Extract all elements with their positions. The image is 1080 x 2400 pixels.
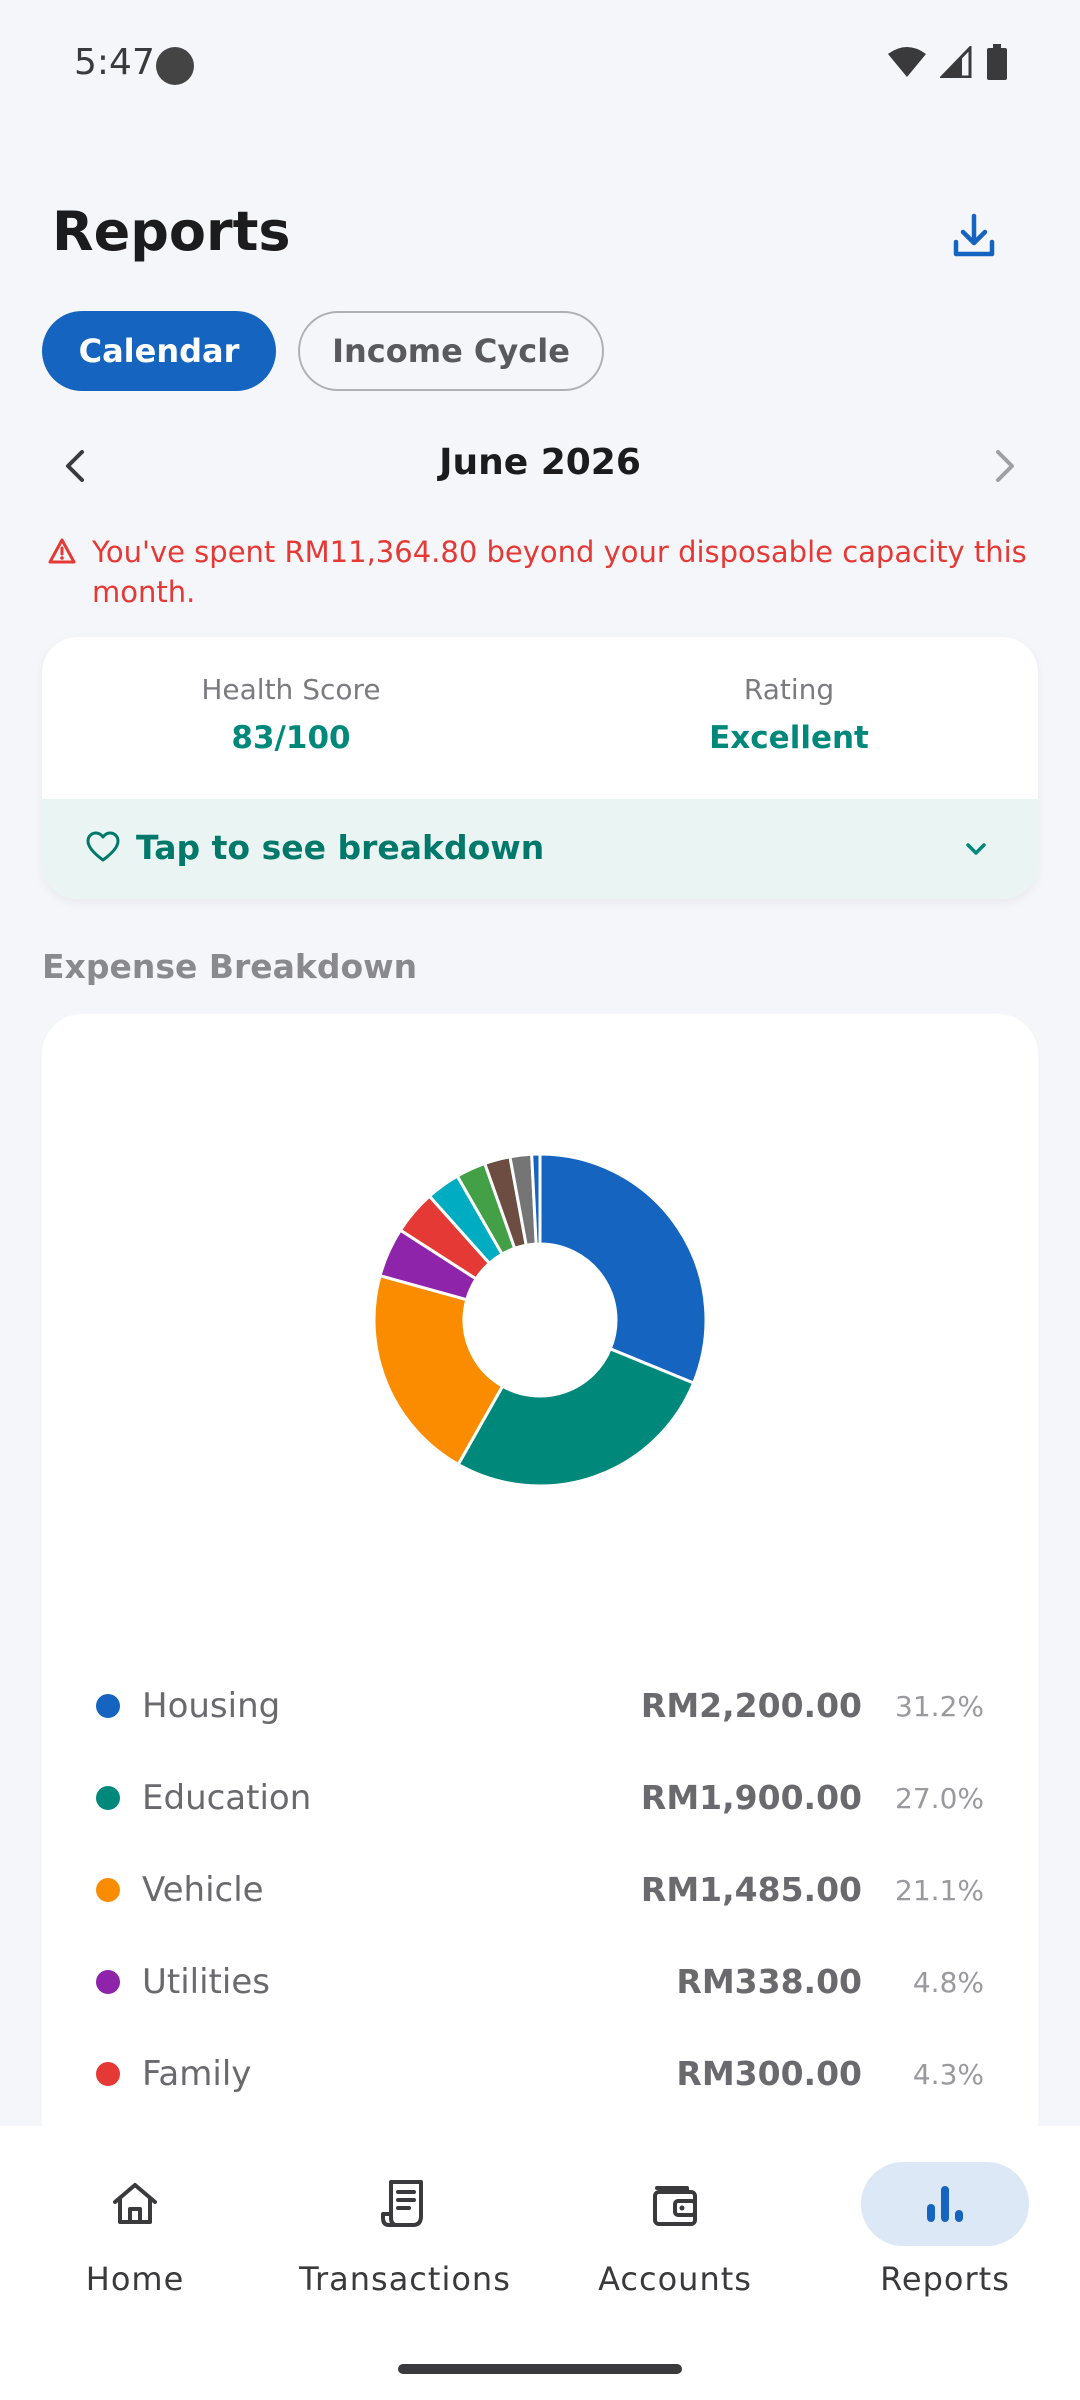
legend-row[interactable]: Utilities RM338.00 4.8% (42, 1936, 1038, 2028)
donut-slice-1[interactable] (538, 1152, 708, 1386)
nav-transactions[interactable]: Transactions (270, 2126, 540, 2326)
expense-legend: Housing RM2,200.00 31.2% Education RM1,9… (42, 1660, 1038, 2120)
nav-accounts-label: Accounts (598, 2260, 752, 2298)
nav-transactions-label: Transactions (299, 2260, 511, 2298)
battery-icon (987, 44, 1007, 80)
health-score-metric: Health Score 83/100 (42, 673, 540, 756)
expense-card: Housing RM2,200.00 31.2% Education RM1,9… (42, 1014, 1038, 2214)
legend-name: Housing (142, 1686, 281, 1726)
month-navigator: June 2026 (42, 430, 1038, 500)
health-score-value: 83/100 (231, 720, 351, 756)
overspend-warning: You've spent RM11,364.80 beyond your dis… (48, 532, 1028, 612)
legend-amount: RM1,485.00 (640, 1870, 862, 1909)
health-score-label: Health Score (201, 673, 381, 706)
receipt-icon (381, 2180, 423, 2227)
legend-percent: 21.1% (895, 1874, 984, 1907)
home-icon (113, 2183, 157, 2224)
warning-icon (48, 538, 76, 564)
nav-reports-label: Reports (880, 2260, 1010, 2298)
notification-dot-icon (156, 47, 194, 85)
nav-accounts[interactable]: Accounts (540, 2126, 810, 2326)
legend-percent: 27.0% (895, 1782, 984, 1815)
bottom-navigation: Home Transactions Accounts Reports (0, 2126, 1080, 2400)
download-icon (953, 213, 995, 257)
heart-icon (86, 831, 120, 862)
chevron-down-icon (966, 843, 986, 855)
expense-section-title: Expense Breakdown (42, 947, 418, 986)
legend-color-dot (96, 2062, 120, 2086)
rating-label: Rating (743, 673, 835, 706)
legend-amount: RM2,200.00 (640, 1686, 862, 1725)
page-title: Reports (52, 200, 291, 263)
nav-accounts-icon-wrap (591, 2162, 759, 2246)
period-tabs: Calendar Income Cycle (42, 311, 604, 391)
warning-text: You've spent RM11,364.80 beyond your dis… (92, 535, 1027, 609)
month-label: June 2026 (439, 442, 641, 483)
nav-home[interactable]: Home (0, 2126, 270, 2326)
status-bar: 5:47 (0, 0, 1080, 130)
legend-row[interactable]: Education RM1,900.00 27.0% (42, 1752, 1038, 1844)
legend-percent: 4.8% (912, 1966, 984, 1999)
tab-income-cycle[interactable]: Income Cycle (298, 311, 604, 391)
legend-amount: RM1,900.00 (640, 1778, 862, 1817)
chevron-right-icon (996, 450, 1014, 482)
health-score-card: Health Score 83/100 Rating Excellent Tap… (42, 637, 1038, 899)
donut-slice-2[interactable] (456, 1346, 696, 1488)
legend-color-dot (96, 1970, 120, 1994)
wifi-icon (888, 47, 926, 77)
home-indicator (398, 2364, 682, 2374)
expense-donut-chart (372, 1152, 708, 1488)
bar-chart-icon (927, 2186, 963, 2222)
status-time: 5:47 (74, 42, 155, 83)
legend-name: Family (142, 2054, 252, 2094)
legend-row[interactable]: Vehicle RM1,485.00 21.1% (42, 1844, 1038, 1936)
next-month-button[interactable] (982, 444, 1026, 488)
nav-transactions-icon-wrap (321, 2162, 489, 2246)
signal-icon (940, 46, 972, 78)
wallet-icon (653, 2186, 697, 2226)
legend-color-dot (96, 1694, 120, 1718)
rating-value: Excellent (709, 720, 869, 756)
legend-color-dot (96, 1878, 120, 1902)
legend-name: Education (142, 1778, 312, 1818)
nav-home-label: Home (85, 2260, 185, 2298)
download-button[interactable] (944, 206, 1004, 266)
legend-name: Vehicle (142, 1870, 264, 1910)
legend-row[interactable]: Housing RM2,200.00 31.2% (42, 1660, 1038, 1752)
rating-metric: Rating Excellent (540, 673, 1038, 756)
tab-calendar[interactable]: Calendar (42, 311, 276, 391)
nav-reports-icon-wrap (861, 2162, 1029, 2246)
legend-color-dot (96, 1786, 120, 1810)
breakdown-toggle[interactable]: Tap to see breakdown (42, 799, 1038, 899)
nav-reports[interactable]: Reports (810, 2126, 1080, 2326)
status-icons (888, 44, 1008, 80)
legend-percent: 4.3% (912, 2058, 984, 2091)
legend-name: Utilities (142, 1962, 270, 2002)
nav-home-icon-wrap (51, 2162, 219, 2246)
legend-amount: RM338.00 (676, 1962, 862, 2001)
legend-percent: 31.2% (895, 1690, 984, 1723)
breakdown-label: Tap to see breakdown (136, 828, 545, 867)
legend-row[interactable]: Family RM300.00 4.3% (42, 2028, 1038, 2120)
legend-amount: RM300.00 (676, 2054, 862, 2093)
